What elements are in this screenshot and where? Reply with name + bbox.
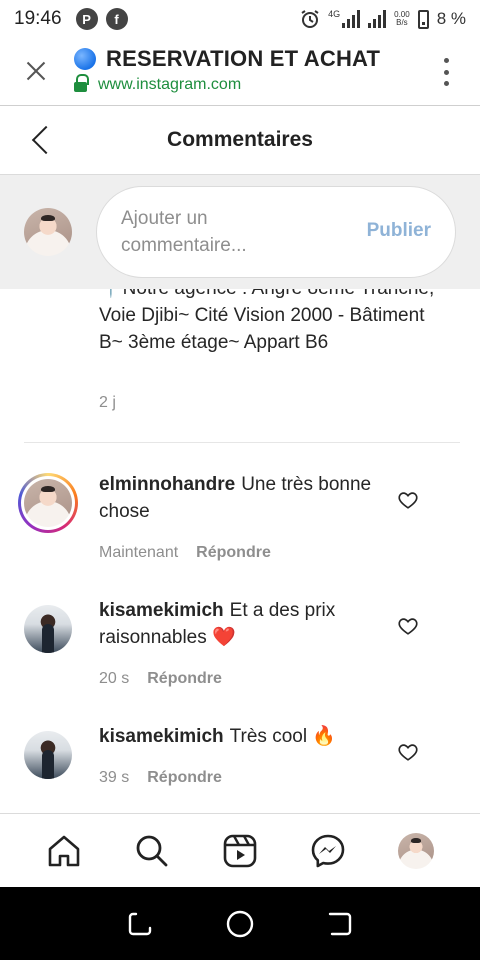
comment-body: elminnohandre Une très bonne chose [99, 471, 399, 525]
reels-icon [223, 834, 257, 867]
reply-button[interactable]: Répondre [147, 769, 222, 787]
divider [24, 442, 460, 443]
system-nav-bar [0, 887, 480, 960]
commenter-avatar[interactable] [24, 479, 72, 527]
battery-level: 8 % [436, 9, 466, 28]
comment-input-box[interactable]: Ajouter un commentaire... Publier [96, 186, 456, 278]
nav-profile[interactable] [393, 828, 439, 874]
like-heart-icon[interactable] [397, 615, 419, 637]
home-button[interactable] [225, 909, 255, 939]
messenger-icon [311, 834, 345, 867]
comments-list[interactable]: 📍Notre agence : Angré 8ème Tranche, Voie… [0, 289, 480, 813]
alarm-icon [301, 10, 319, 28]
nav-reels[interactable] [217, 828, 263, 874]
recent-apps-button[interactable] [125, 909, 155, 939]
nav-messenger[interactable] [305, 828, 351, 874]
network-type: 4G [328, 9, 341, 19]
comment-time: Maintenant [99, 544, 179, 561]
back-button[interactable] [325, 909, 355, 939]
reply-button[interactable]: Répondre [147, 670, 222, 688]
page-title-row: RESERVATION ET ACHAT [74, 46, 380, 72]
nav-search[interactable] [129, 828, 175, 874]
caption-time: 2 j [99, 394, 116, 411]
commenter-avatar[interactable] [24, 605, 72, 653]
pinterest-icon: P [75, 8, 98, 30]
comment-time: 20 s [99, 670, 130, 687]
comment-username[interactable]: kisamekimich [99, 726, 224, 747]
signal-2-icon [368, 10, 387, 28]
lock-icon [74, 73, 89, 93]
net-speed: 0.00 B/s [394, 10, 410, 27]
more-options-icon[interactable] [442, 58, 450, 86]
status-time: 19:46 [14, 8, 62, 29]
facebook-icon: f [105, 8, 128, 30]
profile-avatar [398, 832, 434, 869]
comment-meta: 39 s Répondre [99, 769, 222, 787]
current-user-avatar [24, 208, 72, 256]
battery-icon [417, 9, 429, 29]
publish-button[interactable]: Publier [367, 220, 431, 242]
home-icon [48, 835, 80, 866]
nav-home[interactable] [41, 828, 87, 874]
search-icon [136, 835, 168, 866]
page-title: RESERVATION ET ACHAT [106, 46, 381, 71]
commenter-avatar[interactable] [24, 731, 72, 779]
notification-icons: P f [75, 8, 128, 30]
blue-circle-icon [74, 48, 96, 70]
like-heart-icon[interactable] [397, 489, 419, 511]
comment-username[interactable]: elminnohandre [99, 474, 235, 495]
comment-body: kisamekimich Et a des prix raisonnables ❤… [99, 597, 399, 651]
header-title: Commentaires [167, 128, 313, 151]
bottom-nav [0, 813, 480, 887]
comment-meta: Maintenant Répondre [99, 544, 271, 562]
recents-icon [128, 912, 152, 935]
home-circle-icon [226, 910, 254, 937]
comments-header: Commentaires [0, 107, 480, 175]
comment-text: Très cool 🔥 [229, 726, 337, 747]
url-row: www.instagram.com [74, 73, 242, 94]
comment-input[interactable]: Ajouter un commentaire... [121, 205, 321, 259]
close-icon[interactable] [20, 56, 52, 88]
comment-username[interactable]: kisamekimich [99, 600, 224, 621]
comment-body: kisamekimich Très cool 🔥 [99, 723, 399, 750]
signal-1-icon [342, 10, 361, 28]
back-icon [328, 912, 352, 935]
status-bar: 19:46 P f 4G 0.00 B/s 8 % [0, 0, 480, 38]
url-text: www.instagram.com [98, 76, 242, 93]
comment-composer: Ajouter un commentaire... Publier [0, 175, 480, 289]
comment-time: 39 s [99, 769, 130, 786]
like-heart-icon[interactable] [397, 741, 419, 763]
reply-button[interactable]: Répondre [196, 544, 271, 562]
browser-bar: RESERVATION ET ACHAT www.instagram.com [0, 38, 480, 106]
comment-meta: 20 s Répondre [99, 670, 222, 688]
caption-text: 📍Notre agence : Angré 8ème Tranche, Voie… [99, 289, 434, 353]
status-right: 4G 0.00 B/s 8 % [300, 9, 466, 29]
